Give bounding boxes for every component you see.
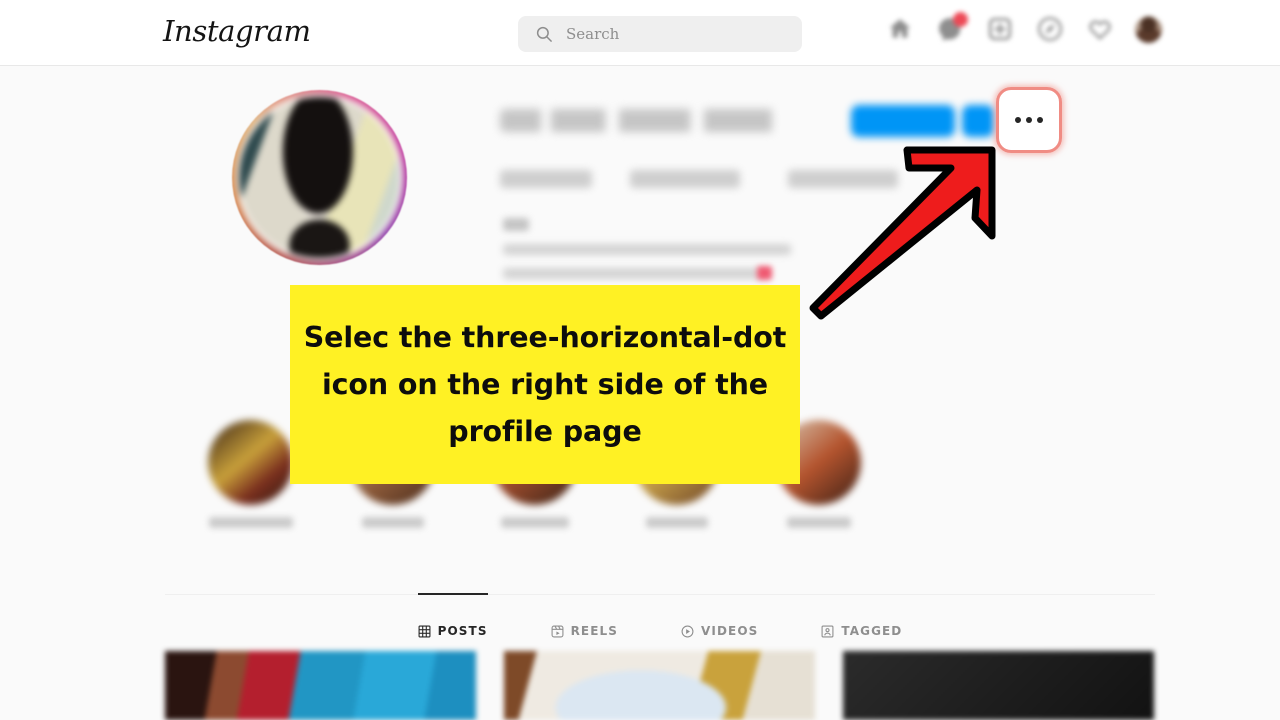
- tab-tagged[interactable]: TAGGED: [821, 594, 902, 646]
- instruction-callout-text: Selec the three-horizontal-dot icon on t…: [303, 321, 787, 448]
- profile-tabs: POSTS REELS VIDEOS TAGGED: [165, 593, 1155, 646]
- posts-grid: [165, 651, 1155, 720]
- story-highlight-cover: [208, 420, 293, 505]
- message-button[interactable]: [962, 105, 994, 137]
- tab-reels[interactable]: REELS: [551, 594, 618, 646]
- tab-tagged-label: TAGGED: [841, 624, 903, 638]
- three-horizontal-dots-icon: [1015, 117, 1021, 123]
- play-circle-icon: [681, 625, 694, 638]
- tagged-icon: [821, 625, 834, 638]
- post-thumbnail-3[interactable]: [843, 651, 1154, 720]
- story-highlight-label: [501, 517, 569, 528]
- story-highlight-label: [787, 517, 851, 528]
- story-highlight-label: [209, 517, 293, 528]
- three-horizontal-dots-icon: [1037, 117, 1043, 123]
- story-highlight-label: [646, 517, 708, 528]
- more-options-button[interactable]: [1000, 91, 1058, 149]
- explore-icon[interactable]: [1035, 14, 1065, 44]
- new-post-icon[interactable]: [985, 14, 1015, 44]
- bio-line-1: [503, 244, 791, 255]
- profile-picture-story-ring[interactable]: [232, 90, 407, 265]
- story-highlight-item[interactable]: [208, 420, 293, 528]
- tab-posts[interactable]: POSTS: [417, 593, 488, 645]
- top-navigation-bar: Instagram Search: [0, 0, 1280, 66]
- profile-username: [500, 109, 840, 132]
- heart-icon[interactable]: [1085, 14, 1115, 44]
- instagram-logo[interactable]: Instagram: [163, 14, 311, 48]
- post-thumbnail-2[interactable]: [504, 651, 815, 720]
- instruction-callout: Selec the three-horizontal-dot icon on t…: [290, 285, 800, 484]
- grid-icon: [418, 625, 431, 638]
- bio-emoji: [757, 266, 772, 280]
- tab-videos-label: VIDEOS: [701, 624, 759, 638]
- three-horizontal-dots-icon: [1026, 117, 1032, 123]
- tab-videos[interactable]: VIDEOS: [681, 594, 758, 646]
- post-thumbnail-1[interactable]: [165, 651, 476, 720]
- tab-reels-label: REELS: [570, 624, 619, 638]
- bio-display-name: [503, 218, 529, 231]
- messenger-icon[interactable]: [935, 12, 968, 44]
- nav-icon-group: [885, 12, 1162, 44]
- follow-button[interactable]: [851, 105, 955, 137]
- search-placeholder-text: Search: [566, 25, 620, 43]
- profile-picture[interactable]: [236, 94, 403, 261]
- reels-icon: [551, 625, 564, 638]
- stat-followers[interactable]: [630, 170, 740, 188]
- story-highlight-label: [362, 517, 424, 528]
- stat-posts[interactable]: [500, 170, 592, 188]
- search-input[interactable]: Search: [518, 16, 802, 52]
- home-icon[interactable]: [885, 14, 915, 44]
- tab-posts-label: POSTS: [437, 624, 488, 638]
- profile-avatar[interactable]: [1135, 15, 1162, 43]
- bio-line-2: [503, 268, 761, 279]
- pointer-arrow: [809, 146, 996, 320]
- messenger-notification-badge: [953, 12, 968, 27]
- search-icon: [535, 25, 553, 43]
